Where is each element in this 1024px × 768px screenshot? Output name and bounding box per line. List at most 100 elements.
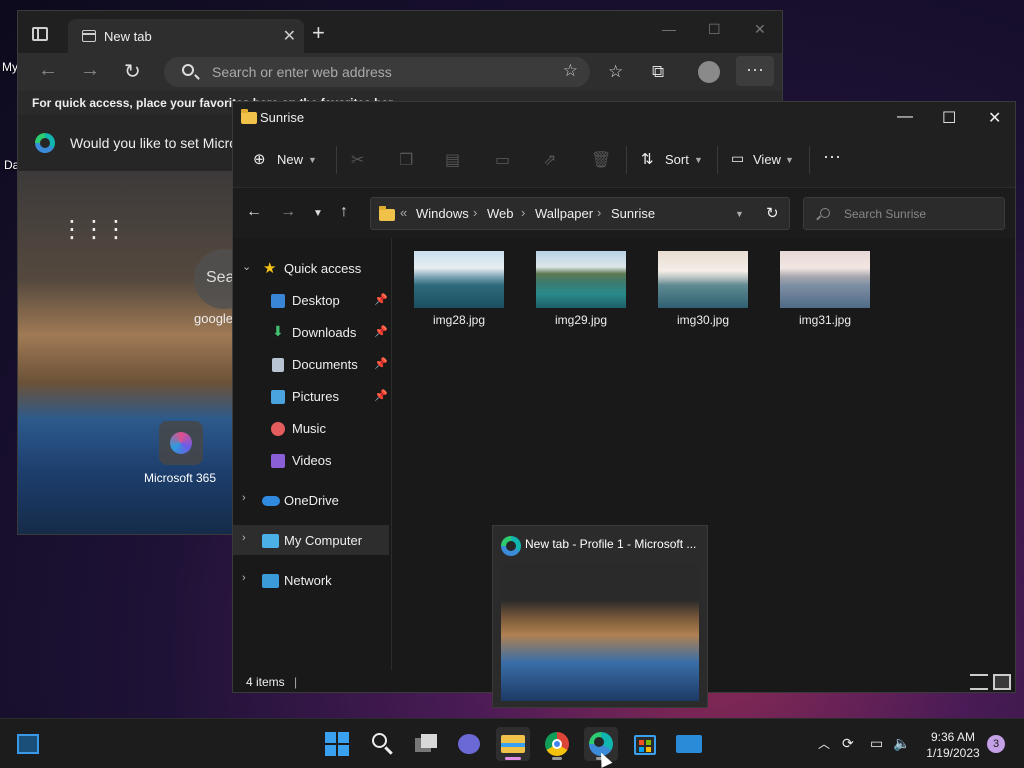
music-icon xyxy=(271,422,285,436)
pin-icon[interactable]: 📌 xyxy=(374,293,388,306)
running-indicator xyxy=(552,757,562,760)
sidebar-item-videos[interactable]: Videos xyxy=(233,445,389,475)
forward-button[interactable]: → xyxy=(80,59,100,82)
search-icon xyxy=(182,64,194,76)
refresh-button[interactable]: ↻ xyxy=(124,59,141,84)
view-button[interactable]: View xyxy=(753,152,781,167)
minimize-button[interactable]: — xyxy=(662,21,676,37)
new-tab-button[interactable]: + xyxy=(312,22,325,44)
sidebar-item-desktop[interactable]: Desktop 📌 xyxy=(233,285,389,315)
profile-avatar[interactable] xyxy=(698,61,720,83)
breadcrumb-item[interactable]: Wallpaper xyxy=(535,206,593,221)
chrome-taskbar-button[interactable] xyxy=(540,727,574,761)
windows-logo-icon xyxy=(325,732,336,743)
explorer-titlebar: Sunrise — ☐ ✕ xyxy=(233,102,1015,132)
store-logo-square xyxy=(646,747,651,752)
pin-icon[interactable]: 📌 xyxy=(374,389,388,402)
refresh-icon[interactable]: ↻ xyxy=(766,204,779,222)
search-button[interactable] xyxy=(364,727,398,761)
volume-icon[interactable]: 🔈 xyxy=(893,735,910,752)
sidebar-item-network[interactable]: › Network xyxy=(233,565,389,595)
search-label: Sea xyxy=(206,269,235,286)
store-logo-square xyxy=(639,740,644,745)
desktop-icon-label[interactable]: My xyxy=(2,60,18,74)
sidebar-item-downloads[interactable]: ⬇ Downloads 📌 xyxy=(233,317,389,347)
settings-more-button[interactable]: ··· xyxy=(736,56,774,86)
recent-locations-icon[interactable]: ▼ xyxy=(313,208,323,219)
close-button[interactable]: ✕ xyxy=(988,108,1001,128)
rename-icon[interactable]: ▭ xyxy=(495,150,510,170)
search-input[interactable]: Search Sunrise xyxy=(803,197,1005,230)
up-button[interactable]: ↑ xyxy=(340,203,348,221)
chevron-down-icon[interactable]: ▼ xyxy=(735,209,744,219)
address-placeholder: Search or enter web address xyxy=(212,64,392,80)
close-tab-icon[interactable]: ✕ xyxy=(283,26,296,46)
clock-time: 9:36 AM xyxy=(930,730,976,744)
address-bar[interactable]: « Windows › Web › Wallpaper › Sunrise ▼ … xyxy=(370,197,790,230)
view-icon[interactable]: ▭ xyxy=(731,150,744,167)
forward-button[interactable]: → xyxy=(280,203,296,221)
app-launcher-icon[interactable]: ⋮⋮⋮ xyxy=(60,215,128,244)
pin-icon[interactable]: 📌 xyxy=(374,357,388,370)
sort-icon[interactable]: ⇅ xyxy=(641,150,654,168)
maximize-button[interactable]: ☐ xyxy=(708,21,721,38)
share-icon[interactable]: ⇗ xyxy=(543,150,556,170)
taskbar-thumbnail-preview[interactable]: New tab - Profile 1 - Microsoft ... xyxy=(492,525,708,708)
microsoft-365-icon[interactable] xyxy=(159,421,203,465)
notification-badge[interactable]: 3 xyxy=(987,735,1005,753)
store-taskbar-button[interactable] xyxy=(628,727,662,761)
pin-icon[interactable]: 📌 xyxy=(374,325,388,338)
chat-button[interactable] xyxy=(452,727,486,761)
minimize-button[interactable]: — xyxy=(897,108,913,126)
edge-tab[interactable]: New tab ✕ xyxy=(68,19,304,53)
address-bar[interactable]: Search or enter web address ☆ xyxy=(164,57,590,87)
back-button[interactable]: ← xyxy=(38,59,58,82)
more-options-icon[interactable]: ··· xyxy=(823,146,841,167)
task-view-button[interactable] xyxy=(408,727,442,761)
newtab-icon xyxy=(82,30,96,42)
sidebar-item-my-computer[interactable]: › My Computer xyxy=(233,525,389,555)
sidebar-item-pictures[interactable]: Pictures 📌 xyxy=(233,381,389,411)
running-indicator xyxy=(505,757,521,760)
clock[interactable]: 9:36 AM 1/19/2023 xyxy=(918,729,988,761)
paste-icon[interactable]: ▤ xyxy=(445,150,460,170)
new-button[interactable]: New xyxy=(277,152,303,167)
chevron-down-icon[interactable]: ⌄ xyxy=(242,260,251,273)
file-explorer-taskbar-button[interactable] xyxy=(496,727,530,761)
new-icon[interactable]: ⊕ xyxy=(253,150,266,168)
breadcrumb-item[interactable]: Web xyxy=(487,206,514,221)
cut-icon[interactable]: ✂ xyxy=(351,150,364,170)
collections-icon[interactable]: ⧉ xyxy=(652,62,664,82)
chevron-right-icon[interactable]: › xyxy=(242,572,246,584)
folder-icon xyxy=(379,206,395,221)
widgets-button[interactable] xyxy=(12,727,46,761)
back-button[interactable]: ← xyxy=(246,203,262,221)
mail-taskbar-button[interactable] xyxy=(672,727,706,761)
show-hidden-icons-button[interactable]: ︿ xyxy=(818,735,830,752)
sidebar-item-music[interactable]: Music xyxy=(233,413,389,443)
chevron-right-icon[interactable]: › xyxy=(242,532,246,544)
sort-button[interactable]: Sort xyxy=(665,152,689,167)
sync-icon[interactable]: ⟳ xyxy=(842,735,854,752)
favorites-icon[interactable]: ☆ xyxy=(608,62,623,82)
network-icon[interactable]: ▭ xyxy=(870,735,883,752)
breadcrumb-item[interactable]: Windows xyxy=(416,206,469,221)
delete-icon[interactable]: 🗑 xyxy=(591,150,611,170)
breadcrumb-item[interactable]: Sunrise xyxy=(611,206,655,221)
maximize-button[interactable]: ☐ xyxy=(942,108,956,128)
close-button[interactable]: ✕ xyxy=(754,21,766,38)
start-button[interactable] xyxy=(320,727,354,761)
chevron-right-icon[interactable]: › xyxy=(242,492,246,504)
quick-link-label[interactable]: Microsoft 365 xyxy=(144,471,216,485)
sidebar-item-onedrive[interactable]: › OneDrive xyxy=(233,485,389,515)
copy-icon[interactable]: ❐ xyxy=(399,150,413,170)
add-favorite-icon[interactable]: ☆ xyxy=(563,61,578,81)
sidebar-item-documents[interactable]: Documents 📌 xyxy=(233,349,389,379)
edge-toolbar: ← → ↻ Search or enter web address ☆ ☆ ⧉ … xyxy=(18,53,782,91)
details-view-icon[interactable] xyxy=(970,674,988,690)
large-icons-view-icon[interactable] xyxy=(993,674,1011,690)
overflow-icon[interactable]: « xyxy=(400,205,407,220)
sidebar-item-quick-access[interactable]: ⌄ ★ Quick access xyxy=(233,253,389,283)
windows-logo-icon xyxy=(325,745,336,756)
tab-actions-icon[interactable] xyxy=(32,27,48,41)
